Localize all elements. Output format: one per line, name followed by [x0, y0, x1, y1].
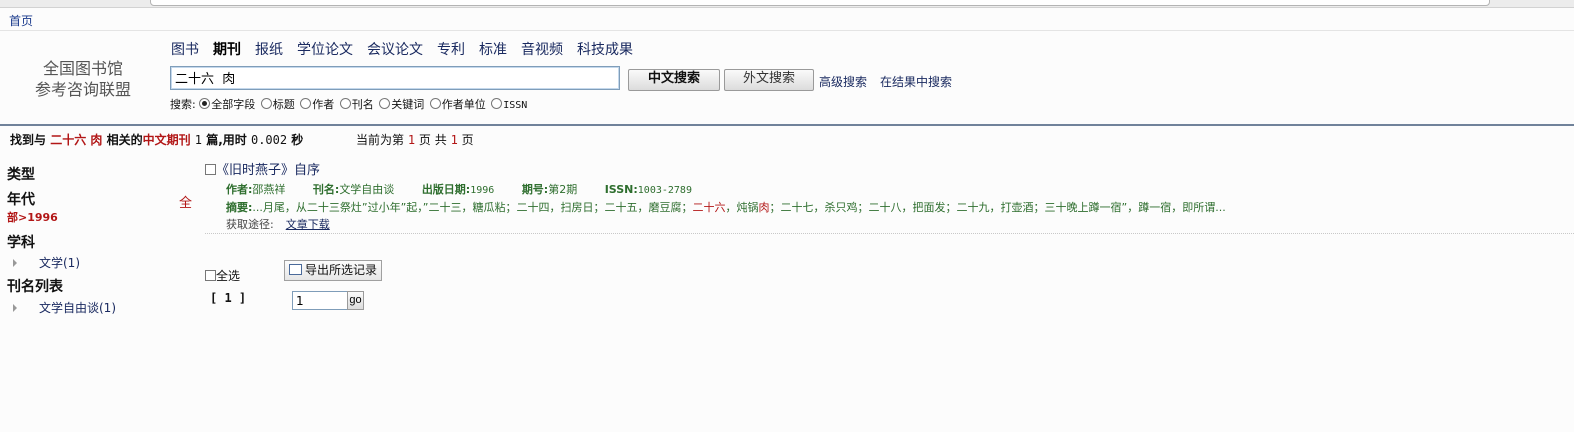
nav-journals[interactable]: 期刊	[213, 42, 241, 58]
record-journal[interactable]: 文学自由谈	[339, 183, 394, 196]
address-bar[interactable]	[150, 0, 1490, 6]
abstract-highlight: 二十六	[692, 201, 726, 214]
radio-icon	[339, 98, 351, 109]
nav-patents[interactable]: 专利	[437, 42, 465, 58]
header-divider	[0, 30, 1574, 31]
nav-books[interactable]: 图书	[171, 42, 199, 58]
radio-icon	[260, 98, 272, 109]
scope-issn[interactable]: ISSN	[491, 98, 527, 111]
radio-icon	[429, 98, 441, 109]
record-author[interactable]: 邵燕祥	[252, 183, 285, 196]
advanced-search-link[interactable]: 高级搜索	[819, 73, 867, 90]
nav-newspapers[interactable]: 报纸	[255, 42, 283, 58]
main-divider	[0, 124, 1574, 126]
export-icon	[286, 261, 302, 275]
facet-type-heading: 类型	[7, 167, 35, 183]
abstract-highlight: 肉	[758, 201, 770, 214]
facet-journal-heading: 刊名列表	[7, 279, 63, 295]
result-summary: 找到与 二十六 肉 相关的中文期刊 1 篇,用时 0.002 秒	[10, 133, 304, 147]
facet-year-value[interactable]: 部>1996	[7, 209, 58, 225]
current-page: 1	[407, 133, 416, 147]
facet-year-all[interactable]: 全	[179, 192, 192, 211]
go-button[interactable]: go	[347, 291, 364, 310]
expand-triangle-icon[interactable]	[13, 259, 17, 267]
pager[interactable]: [ 1 ]	[210, 291, 246, 305]
search-scope: 搜索: 全部字段 标题 作者 刊名 关键词 作者单位 ISSN	[170, 96, 529, 112]
export-selected-button[interactable]: 导出所选记录	[284, 260, 383, 281]
site-logo[interactable]: 全国图书馆 参考咨询联盟	[28, 58, 138, 100]
radio-icon	[300, 98, 312, 109]
search-within-results-link[interactable]: 在结果中搜索	[880, 73, 952, 90]
radio-selected-icon	[199, 98, 211, 109]
chinese-search-button[interactable]: 中文搜索	[628, 69, 720, 91]
record-checkbox[interactable]	[205, 164, 216, 175]
result-category: 中文期刊	[142, 133, 191, 147]
scope-journal[interactable]: 刊名	[339, 98, 374, 111]
logo-line-2: 参考咨询联盟	[34, 80, 131, 99]
category-nav: 图书 期刊 报纸 学位论文 会议论文 专利 标准 音视频 科技成果	[171, 39, 647, 59]
result-query: 二十六 肉	[50, 133, 103, 147]
breadcrumb: 首页	[9, 12, 33, 29]
radio-icon	[379, 98, 391, 109]
radio-icon	[491, 98, 503, 109]
search-box	[170, 66, 620, 90]
record-title-link[interactable]: 《旧时燕子》自序	[216, 163, 320, 178]
record-issn: 1003-2789	[637, 185, 692, 196]
nav-research-results[interactable]: 科技成果	[577, 42, 633, 58]
record-issue: 第2期	[548, 183, 578, 196]
record-abstract: 摘要:...月尾，从二十三祭灶”过小年”起，”二十三，糖瓜粘；二十四，扫房日；二…	[226, 201, 1226, 214]
expand-triangle-icon[interactable]	[13, 304, 17, 312]
nav-standards[interactable]: 标准	[479, 42, 507, 58]
foreign-search-button[interactable]: 外文搜索	[724, 69, 814, 91]
record-meta: 作者:邵燕祥 刊名:文学自由谈 出版日期:1996 期号:第2期 ISSN:10…	[226, 183, 692, 196]
record-date: 1996	[470, 185, 495, 196]
search-input[interactable]	[171, 67, 619, 87]
total-pages: 1	[450, 133, 458, 147]
nav-audio-video[interactable]: 音视频	[521, 42, 563, 58]
result-count: 1	[194, 133, 203, 147]
record-access: 获取途径: 文章下载	[226, 218, 330, 231]
select-all[interactable]: 全选	[205, 267, 240, 284]
scope-author-unit[interactable]: 作者单位	[429, 98, 486, 111]
breadcrumb-home-link[interactable]: 首页	[9, 14, 33, 28]
scope-all-fields[interactable]: 全部字段	[199, 98, 255, 111]
scope-keyword[interactable]: 关键词	[379, 98, 424, 111]
nav-conference-papers[interactable]: 会议论文	[367, 42, 423, 58]
scope-label: 搜索:	[170, 98, 196, 111]
result-time: 0.002	[250, 133, 288, 147]
facet-subject-item[interactable]: 文学(1)	[13, 254, 80, 271]
facet-subject-heading: 学科	[7, 235, 35, 251]
scope-title[interactable]: 标题	[260, 98, 295, 111]
scope-author[interactable]: 作者	[300, 98, 334, 111]
record-separator	[205, 233, 1574, 234]
page-number-input[interactable]	[292, 291, 352, 310]
record-title-row: 《旧时燕子》自序	[205, 159, 320, 178]
browser-top-strip	[0, 0, 1574, 8]
nav-theses[interactable]: 学位论文	[297, 42, 353, 58]
select-all-checkbox[interactable]	[205, 270, 216, 281]
facet-journal-item[interactable]: 文学自由谈(1)	[13, 299, 116, 316]
logo-line-1: 全国图书馆	[42, 59, 123, 78]
page-summary: 当前为第 1 页 共 1 页	[356, 133, 474, 147]
facet-year-heading: 年代	[7, 192, 35, 208]
article-download-link[interactable]: 文章下载	[286, 218, 330, 231]
